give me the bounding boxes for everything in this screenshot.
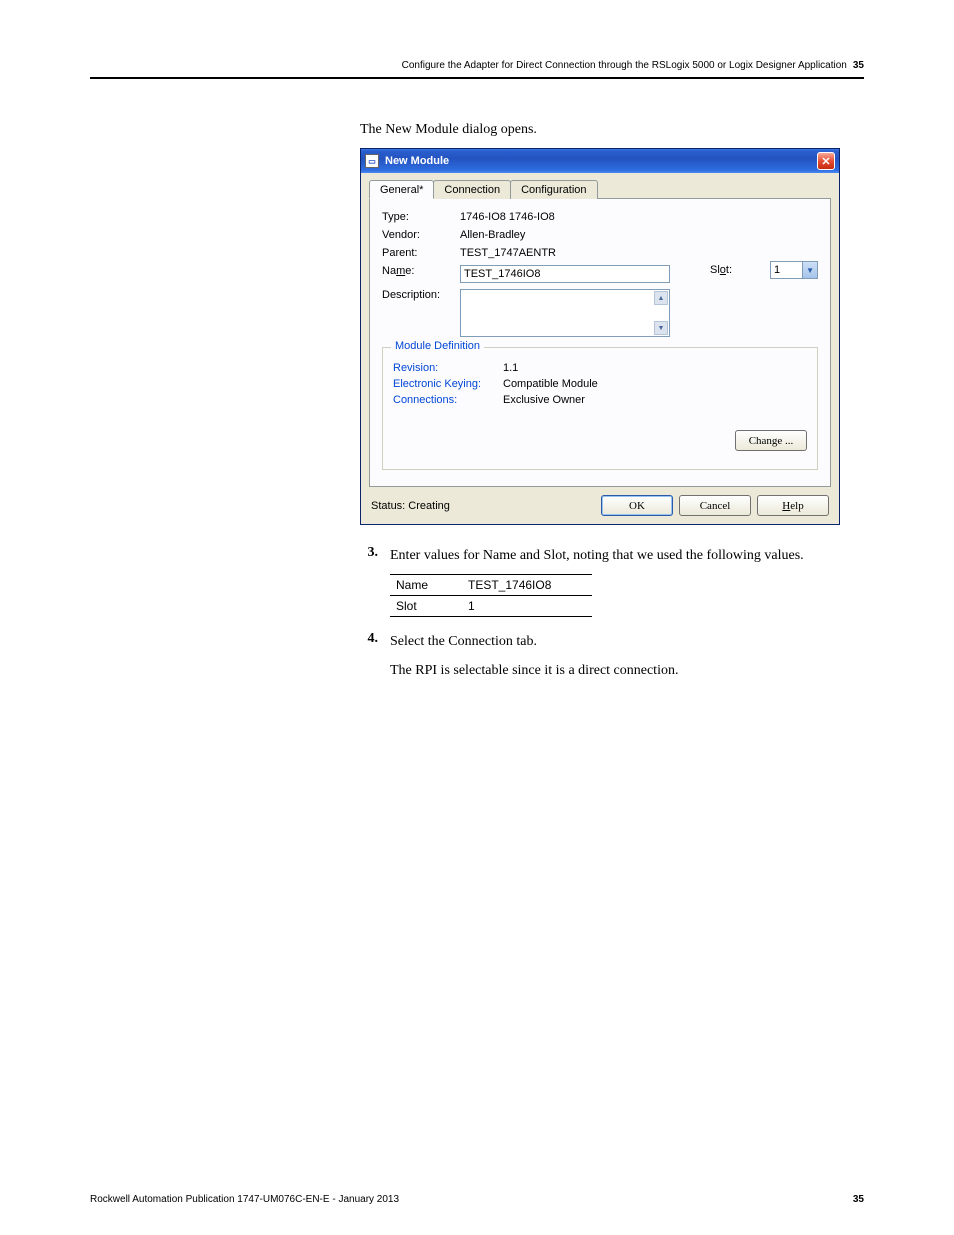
- name-field[interactable]: [460, 265, 670, 283]
- module-definition-legend: Module Definition: [391, 340, 484, 352]
- name-label: Name:: [382, 265, 460, 277]
- type-value: 1746-IO8 1746-IO8: [460, 211, 555, 223]
- parent-label: Parent:: [382, 247, 460, 259]
- electronic-keying-label: Electronic Keying:: [393, 378, 503, 390]
- chevron-down-icon[interactable]: ▼: [802, 262, 817, 278]
- table-row: Name TEST_1746IO8: [390, 575, 592, 596]
- footer-page-number: 35: [853, 1194, 864, 1205]
- values-table: Name TEST_1746IO8 Slot 1: [390, 574, 592, 617]
- tab-general[interactable]: General*: [369, 180, 434, 199]
- module-definition-group: Module Definition Revision: 1.1 Electron…: [382, 347, 818, 470]
- connections-label: Connections:: [393, 394, 503, 406]
- electronic-keying-value: Compatible Module: [503, 378, 598, 390]
- step-4-line2: The RPI is selectable since it is a dire…: [390, 660, 864, 681]
- step-3: 3. Enter values for Name and Slot, notin…: [360, 545, 864, 617]
- step-4-line1: Select the Connection tab.: [390, 631, 864, 652]
- page-footer: Rockwell Automation Publication 1747-UM0…: [90, 1194, 864, 1205]
- step-4: 4. Select the Connection tab. The RPI is…: [360, 631, 864, 689]
- dialog-title: New Module: [385, 155, 817, 167]
- vendor-value: Allen-Bradley: [460, 229, 525, 241]
- revision-value: 1.1: [503, 362, 518, 374]
- slot-value: 1: [774, 264, 780, 276]
- scroll-down-icon[interactable]: ▼: [654, 321, 668, 335]
- description-label: Description:: [382, 289, 460, 301]
- table-cell-slot-v: 1: [462, 596, 592, 617]
- slot-label: Slot:: [710, 264, 732, 276]
- table-cell-name-k: Name: [390, 575, 462, 596]
- close-icon[interactable]: ✕: [817, 152, 835, 170]
- intro-text: The New Module dialog opens.: [360, 119, 864, 140]
- parent-value: TEST_1747AENTR: [460, 247, 556, 259]
- description-field[interactable]: ▲ ▼: [460, 289, 670, 337]
- connections-value: Exclusive Owner: [503, 394, 585, 406]
- cancel-button[interactable]: Cancel: [679, 495, 751, 516]
- page-header: Configure the Adapter for Direct Connect…: [90, 60, 864, 79]
- table-cell-name-v: TEST_1746IO8: [462, 575, 592, 596]
- step-3-text: Enter values for Name and Slot, noting t…: [390, 545, 864, 566]
- status-text: Status: Creating: [371, 500, 450, 512]
- app-icon: ▭: [365, 154, 379, 168]
- tab-configuration[interactable]: Configuration: [510, 180, 597, 199]
- revision-label: Revision:: [393, 362, 503, 374]
- table-row: Slot 1: [390, 596, 592, 617]
- tabstrip: General* Connection Configuration: [369, 179, 831, 199]
- ok-button[interactable]: OK: [601, 495, 673, 516]
- help-button[interactable]: Help: [757, 495, 829, 516]
- vendor-label: Vendor:: [382, 229, 460, 241]
- change-button[interactable]: Change ...: [735, 430, 807, 451]
- tab-body-general: Type: 1746-IO8 1746-IO8 Vendor: Allen-Br…: [369, 199, 831, 487]
- tab-connection[interactable]: Connection: [433, 180, 511, 199]
- table-cell-slot-k: Slot: [390, 596, 462, 617]
- titlebar[interactable]: ▭ New Module ✕: [361, 149, 839, 173]
- step-4-number: 4.: [360, 631, 378, 689]
- new-module-dialog: ▭ New Module ✕ General* Connection Confi…: [360, 148, 840, 525]
- slot-select[interactable]: 1 ▼: [770, 261, 818, 279]
- publication-id: Rockwell Automation Publication 1747-UM0…: [90, 1194, 399, 1205]
- header-page-number: 35: [853, 60, 864, 71]
- step-3-number: 3.: [360, 545, 378, 617]
- chapter-title: Configure the Adapter for Direct Connect…: [402, 60, 847, 71]
- scroll-up-icon[interactable]: ▲: [654, 291, 668, 305]
- type-label: Type:: [382, 211, 460, 223]
